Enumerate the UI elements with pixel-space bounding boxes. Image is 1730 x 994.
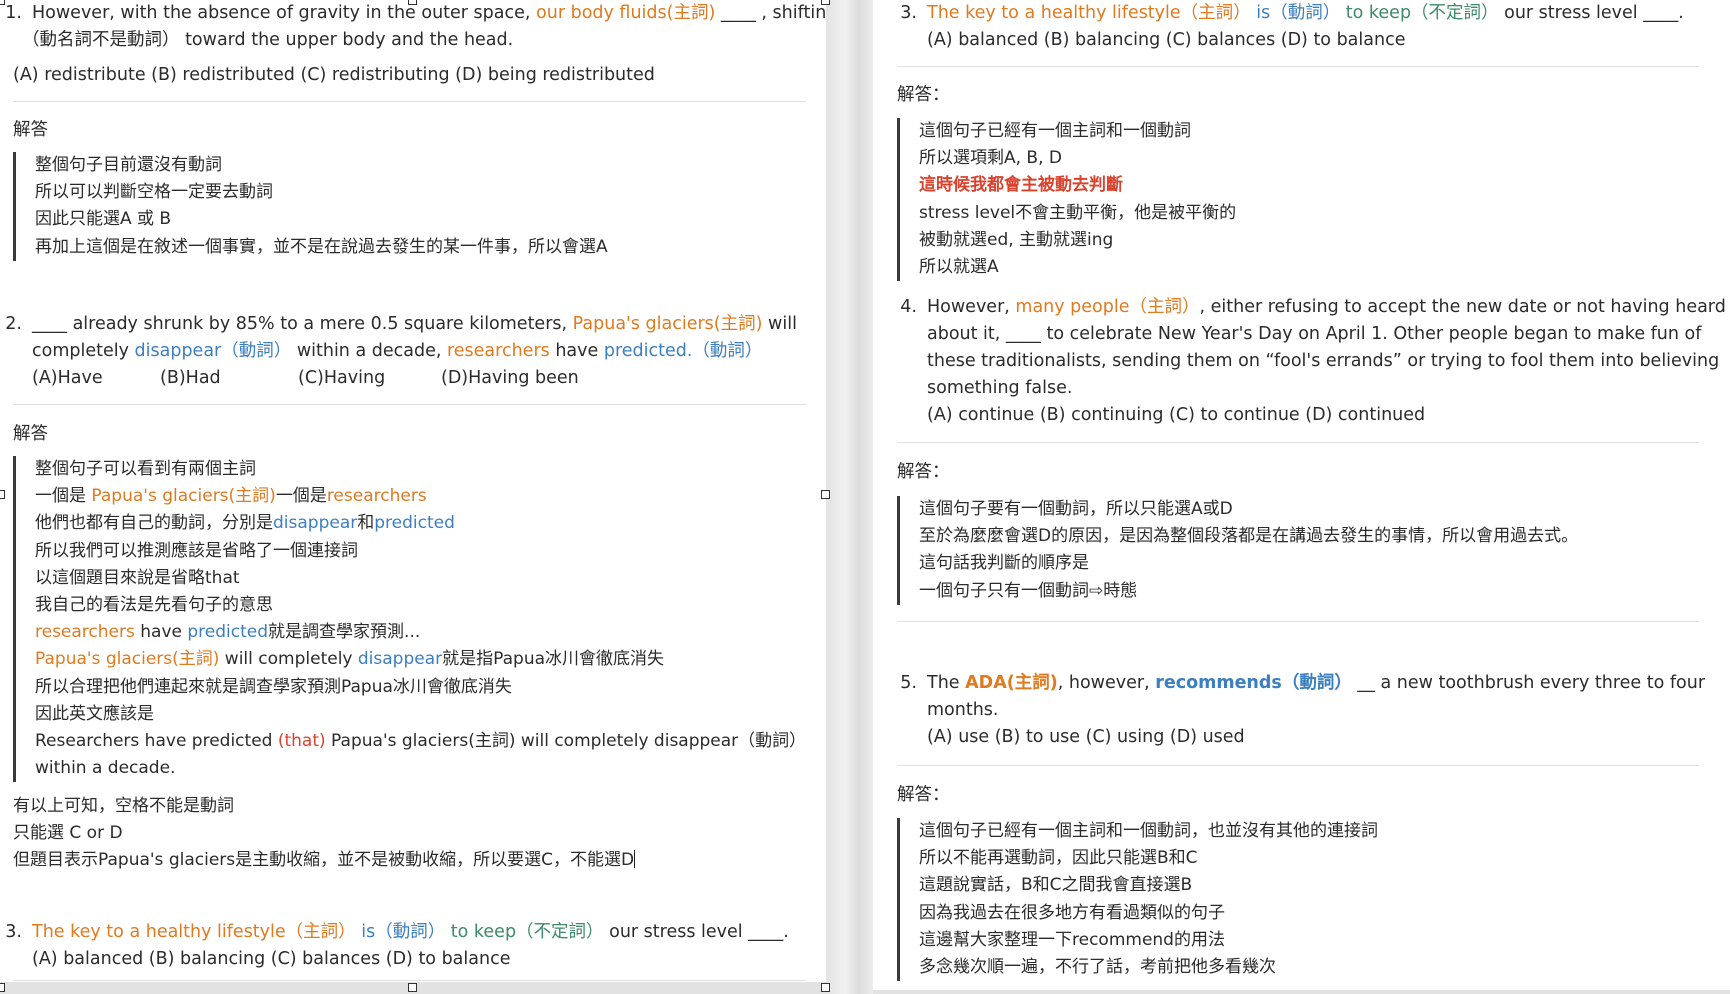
text-cursor xyxy=(634,850,636,869)
left-document-panel[interactable]: 1. However, with the absence of gravity … xyxy=(0,0,826,982)
question-1-options: (A) redistribute (B) redistributed (C) r… xyxy=(13,65,655,85)
question-1: 1. However, with the absence of gravity … xyxy=(0,0,826,54)
resize-handle-top[interactable] xyxy=(408,0,417,5)
answer-2-conclusion: 有以上可知，空格不能是動詞 只能選 C or D 但題目表示Papua's gl… xyxy=(13,796,636,871)
divider xyxy=(13,404,806,405)
divider xyxy=(897,442,1699,443)
question-3: 3. The key to a healthy lifestyle（主詞） is… xyxy=(895,0,1695,54)
resize-handle-bottom-left[interactable] xyxy=(0,983,5,992)
question-number: 5. xyxy=(900,673,917,693)
answer-label: 解答： xyxy=(897,462,950,482)
question-3: 3. The key to a healthy lifestyle（主詞） is… xyxy=(0,919,800,973)
bottom-strip-right xyxy=(873,990,1730,994)
answer-2-quote: 整個句子可以看到有兩個主詞 一個是 Papua's glaciers(主詞)一個… xyxy=(13,456,815,783)
question-2: 2. ____ already shrunk by 85% to a mere … xyxy=(0,311,800,392)
answer-label: 解答 xyxy=(13,120,48,140)
divider xyxy=(897,765,1699,766)
resize-handle-left[interactable] xyxy=(0,490,5,499)
question-number: 4. xyxy=(900,297,917,317)
resize-handle-right[interactable] xyxy=(821,490,830,499)
question-number: 3. xyxy=(900,3,917,23)
answer-label: 解答： xyxy=(897,785,950,805)
answer-1-quote: 整個句子目前還沒有動詞 所以可以判斷空格一定要去動詞 因此只能選A 或 B 再加… xyxy=(13,152,608,261)
question-number: 3. xyxy=(5,922,22,942)
answer-label: 解答 xyxy=(13,424,48,444)
resize-handle-top-left[interactable] xyxy=(0,0,5,5)
question-5: 5. The ADA(主詞), however, recommends（動詞） … xyxy=(895,670,1715,751)
question-number: 2. xyxy=(5,314,22,334)
right-document-panel[interactable]: 3. The key to a healthy lifestyle（主詞） is… xyxy=(873,0,1730,990)
resize-handle-bottom-right[interactable] xyxy=(821,983,830,992)
panel-gutter xyxy=(826,0,873,994)
divider xyxy=(897,66,1699,67)
divider xyxy=(13,101,806,102)
answer-5-quote: 這個句子已經有一個主詞和一個動詞，也並沒有其他的連接詞 所以不能再選動詞，因此只… xyxy=(897,818,1378,982)
resize-handle-bottom[interactable] xyxy=(408,983,417,992)
answer-3-quote: 這個句子已經有一個主詞和一個動詞 所以選項剩A, B, D 這時候我都會主被動去… xyxy=(897,118,1236,282)
answer-4-quote: 這個句子要有一個動詞，所以只能選A或D 至於為麼麼會選D的原因，是因為整個段落都… xyxy=(897,496,1578,605)
question-4: 4. However, many people（主詞）, either refu… xyxy=(895,294,1726,429)
answer-label: 解答： xyxy=(897,85,950,105)
divider xyxy=(13,980,806,981)
divider xyxy=(897,621,1699,622)
resize-handle-top-right[interactable] xyxy=(821,0,830,5)
